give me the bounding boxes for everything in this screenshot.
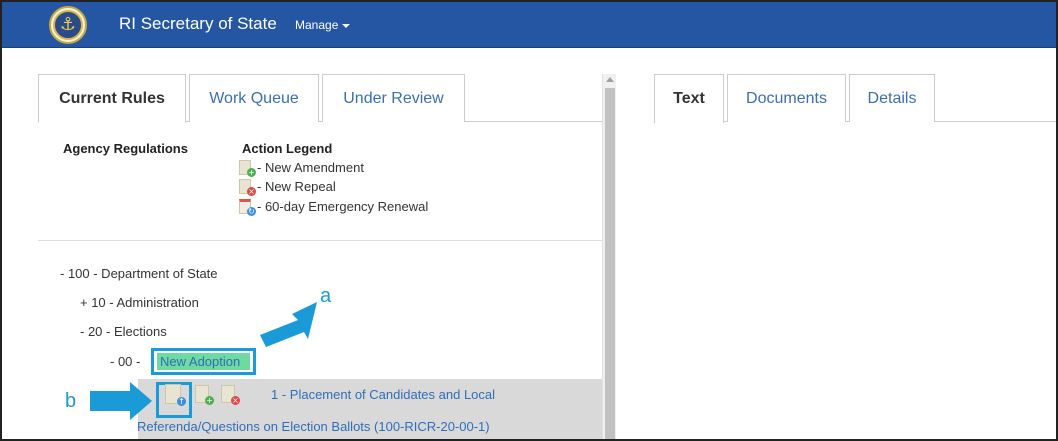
rules-panel: Current Rules Work Queue Under Review Ag… — [38, 74, 602, 439]
caret-down-icon — [342, 23, 351, 28]
legend-item-repeal: × - New Repeal — [239, 179, 336, 196]
tab-work-queue[interactable]: Work Queue — [189, 74, 319, 122]
manage-label: Manage — [295, 18, 339, 32]
tab-documents[interactable]: Documents — [727, 74, 846, 122]
section-divider — [38, 240, 602, 241]
rule-action-icons: ↑ + × — [156, 384, 240, 406]
action-legend-title: Action Legend — [242, 141, 333, 156]
callout-a-label: a — [320, 285, 332, 307]
legend-label: - 60-day Emergency Renewal — [257, 199, 429, 214]
app-title[interactable]: RI Secretary of State — [119, 14, 277, 34]
new-repeal-action-icon[interactable]: × — [221, 385, 240, 405]
rule-link-line1[interactable]: 1 - Placement of Candidates and Local — [271, 387, 495, 402]
scroll-up-arrow-icon[interactable] — [606, 77, 614, 82]
tree-node-department[interactable]: - 100 - Department of State — [60, 266, 218, 281]
agency-regulations-label: Agency Regulations — [63, 141, 188, 156]
rules-tabs: Current Rules Work Queue Under Review — [38, 74, 602, 123]
new-repeal-icon: × — [239, 179, 256, 196]
manage-dropdown[interactable]: Manage — [295, 18, 351, 32]
new-amendment-action-icon[interactable]: + — [195, 385, 214, 405]
scrollbar-thumb[interactable] — [605, 88, 615, 439]
new-adoption-highlight: New Adoption — [151, 348, 256, 375]
state-seal-logo[interactable]: ⚓ — [49, 6, 87, 44]
legend-item-emergency: ↻ - 60-day Emergency Renewal — [239, 199, 429, 216]
app-frame: ⚓ RI Secretary of State Manage Current R… — [0, 0, 1058, 441]
tab-text[interactable]: Text — [654, 74, 724, 123]
tree-node-administration[interactable]: + 10 - Administration — [80, 295, 199, 310]
new-adoption-link[interactable]: New Adoption — [157, 353, 250, 370]
new-amendment-icon: + — [239, 160, 256, 177]
rule-link-line2[interactable]: Referenda/Questions on Election Ballots … — [137, 419, 490, 434]
legend-item-amendment: + - New Amendment — [239, 160, 364, 177]
legend-label: - New Amendment — [257, 160, 364, 175]
emergency-renewal-icon: ↻ — [239, 199, 256, 216]
tab-details[interactable]: Details — [849, 74, 935, 122]
top-navbar: ⚓ RI Secretary of State Manage — [2, 2, 1056, 48]
tree-node-00[interactable]: - 00 - — [110, 354, 140, 369]
detail-tabs: Text Documents Details — [654, 74, 1056, 123]
vertical-scrollbar[interactable] — [602, 74, 616, 439]
tab-current-rules[interactable]: Current Rules — [38, 74, 186, 123]
anchor-icon: ⚓ — [53, 10, 83, 40]
tab-under-review[interactable]: Under Review — [322, 74, 465, 122]
legend-label: - New Repeal — [257, 179, 336, 194]
tree-node-elections[interactable]: - 20 - Elections — [80, 324, 167, 339]
callout-b-label: b — [65, 390, 77, 412]
new-adoption-doc-icon[interactable]: ↑ — [165, 384, 186, 406]
